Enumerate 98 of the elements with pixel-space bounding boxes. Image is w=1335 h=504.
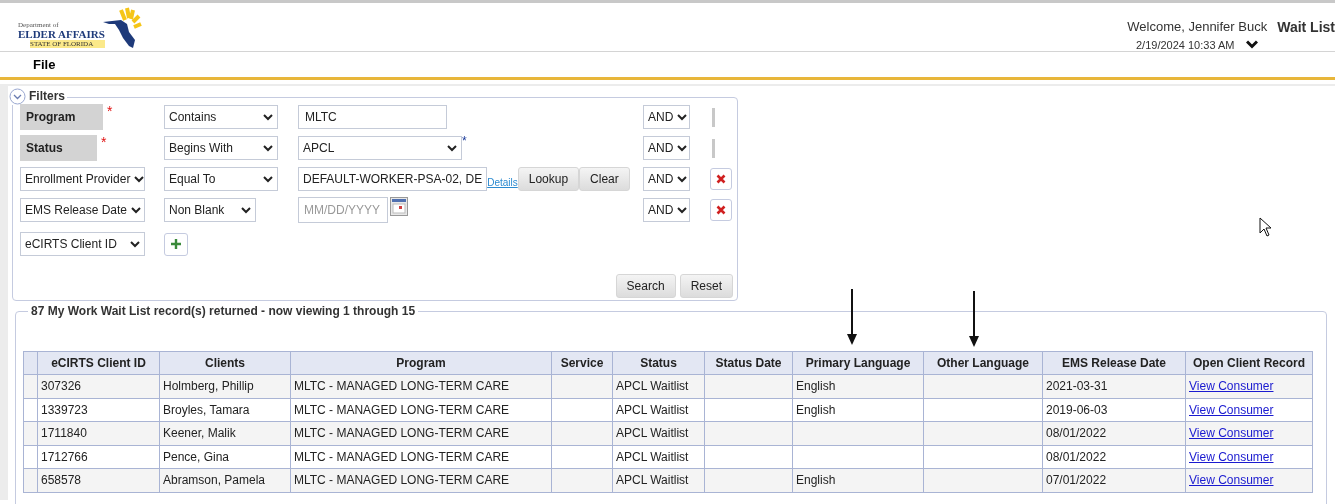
- field-label: Program: [20, 104, 103, 130]
- remove-button[interactable]: [710, 168, 732, 190]
- dropdown[interactable]: Equal To: [164, 167, 278, 191]
- column-header[interactable]: Service: [551, 351, 613, 375]
- field-label: Status: [20, 135, 97, 161]
- caret-icon[interactable]: [677, 206, 688, 214]
- dropdown[interactable]: AND: [643, 198, 690, 222]
- table-cell: [551, 374, 613, 398]
- remove-button[interactable]: [710, 199, 732, 221]
- table-cell: 1339723: [37, 398, 160, 422]
- table-cell: MLTC - MANAGED LONG-TERM CARE: [290, 468, 552, 492]
- table-cell: APCL Waitlist: [612, 398, 705, 422]
- column-header[interactable]: Primary Language: [792, 351, 924, 375]
- down-arrow: [846, 289, 857, 345]
- dropdown[interactable]: AND: [643, 136, 690, 160]
- required-mark: *: [107, 104, 113, 118]
- text-input[interactable]: MLTC: [298, 105, 447, 129]
- table-cell: [551, 468, 613, 492]
- down-arrow: [968, 291, 979, 347]
- collapse-icon[interactable]: [9, 87, 26, 105]
- column-header[interactable]: Program: [290, 351, 552, 375]
- table-cell: MLTC - MANAGED LONG-TERM CARE: [290, 445, 552, 469]
- table-cell: 658578: [37, 468, 160, 492]
- table-cell: MLTC - MANAGED LONG-TERM CARE: [290, 374, 552, 398]
- date-input[interactable]: MM/DD/YYYY: [298, 197, 388, 223]
- add-button[interactable]: [164, 232, 188, 256]
- calendar-icon[interactable]: [390, 197, 408, 216]
- table-cell: Holmberg, Phillip: [159, 374, 291, 398]
- dropdown[interactable]: Enrollment Provider: [20, 167, 145, 191]
- filters-legend: Filters: [29, 87, 65, 105]
- date-time: 2/19/2024 10:33 AM: [1136, 37, 1235, 53]
- table-cell: APCL Waitlist: [612, 468, 705, 492]
- column-header[interactable]: Status Date: [704, 351, 793, 375]
- dropdown[interactable]: AND: [643, 105, 690, 129]
- caret-icon[interactable]: [677, 175, 688, 183]
- caret-icon[interactable]: [131, 206, 142, 214]
- table-cell: APCL Waitlist: [612, 445, 705, 469]
- column-header[interactable]: Clients: [159, 351, 291, 375]
- plus-icon[interactable]: [170, 238, 182, 250]
- table-cell: 08/01/2022: [1042, 445, 1186, 469]
- caret-icon[interactable]: [263, 144, 273, 152]
- table-cell: English: [792, 374, 924, 398]
- dropdown[interactable]: Contains: [164, 105, 278, 129]
- action-button[interactable]: Reset: [679, 274, 733, 298]
- table-cell: 07/01/2022: [1042, 468, 1186, 492]
- table-cell: [551, 398, 613, 422]
- table-cell: Keener, Malik: [159, 421, 291, 445]
- required-mark: *: [101, 135, 107, 149]
- dropdown[interactable]: AND: [643, 167, 690, 191]
- caret-icon[interactable]: [130, 240, 140, 248]
- caret-icon[interactable]: [263, 175, 273, 183]
- column-header[interactable]: EMS Release Date: [1042, 351, 1186, 375]
- column-header[interactable]: Open Client Record: [1185, 351, 1313, 375]
- dropdown[interactable]: EMS Release Date: [20, 198, 145, 222]
- action-button[interactable]: Lookup: [517, 167, 580, 191]
- column-header[interactable]: eCIRTS Client ID: [37, 351, 160, 375]
- menu-item[interactable]: File: [33, 54, 56, 75]
- dropdown[interactable]: Non Blank: [164, 198, 256, 222]
- table-cell: MLTC - MANAGED LONG-TERM CARE: [290, 421, 552, 445]
- caret-icon[interactable]: [677, 113, 688, 121]
- caret-icon[interactable]: [134, 175, 145, 183]
- details-link[interactable]: Details: [487, 175, 518, 190]
- table-cell: Abramson, Pamela: [159, 468, 291, 492]
- table-cell: [551, 445, 613, 469]
- action-button[interactable]: Clear: [579, 167, 630, 191]
- table-cell: 1712766: [37, 445, 160, 469]
- caret-icon[interactable]: [263, 113, 273, 121]
- table-cell: APCL Waitlist: [612, 421, 705, 445]
- table-cell: 2019-06-03: [1042, 398, 1186, 422]
- app-title: Wait List: [1277, 18, 1335, 37]
- dropdown[interactable]: Begins With: [164, 136, 278, 160]
- caret-icon[interactable]: [677, 144, 688, 152]
- dropdown[interactable]: eCIRTS Client ID: [20, 232, 145, 256]
- column-header[interactable]: Status: [612, 351, 705, 375]
- column-header[interactable]: Other Language: [923, 351, 1043, 375]
- dropdown[interactable]: APCL: [298, 136, 462, 160]
- required-mark: *: [462, 136, 467, 146]
- table-cell: English: [792, 468, 924, 492]
- logo-text: ELDER AFFAIRS: [18, 29, 105, 40]
- table-cell: MLTC - MANAGED LONG-TERM CARE: [290, 398, 552, 422]
- caret-icon[interactable]: [447, 144, 457, 152]
- close-icon[interactable]: [716, 205, 726, 215]
- chevron-down-icon[interactable]: [1246, 40, 1259, 50]
- table-cell: English: [792, 398, 924, 422]
- table-cell: Broyles, Tamara: [159, 398, 291, 422]
- table-cell: 307326: [37, 374, 160, 398]
- table-cell: APCL Waitlist: [612, 374, 705, 398]
- action-button[interactable]: Search: [615, 274, 676, 298]
- table-cell: [551, 421, 613, 445]
- caret-icon[interactable]: [241, 206, 251, 214]
- welcome-text: Welcome, Jennifer Buck: [1127, 18, 1268, 36]
- text-input[interactable]: DEFAULT-WORKER-PSA-02, DE: [298, 167, 488, 191]
- table-cell: 1711840: [37, 421, 160, 445]
- mouse-pointer-icon: [1259, 217, 1272, 237]
- table-cell: 2021-03-31: [1042, 374, 1186, 398]
- table-cell: Pence, Gina: [159, 445, 291, 469]
- close-icon[interactable]: [716, 174, 726, 184]
- table-cell: 08/01/2022: [1042, 421, 1186, 445]
